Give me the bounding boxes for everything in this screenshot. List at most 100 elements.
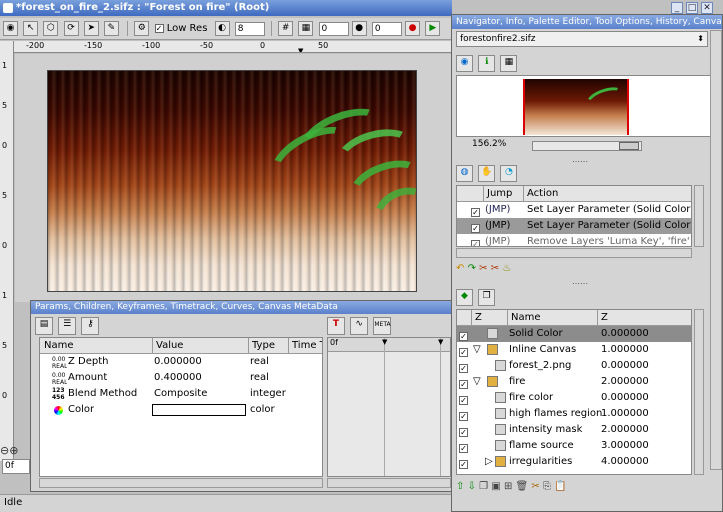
expander-icon[interactable]: ▽	[473, 342, 481, 358]
layer-row[interactable]: ✓ Solid Color 0.000000	[457, 326, 691, 342]
navigator-thumbnail[interactable]	[523, 79, 629, 135]
canvas-workarea[interactable]	[15, 54, 452, 302]
column-jump[interactable]: Jump	[483, 186, 512, 202]
column-action[interactable]: Action	[523, 186, 558, 202]
undo-icon[interactable]: ↶	[456, 263, 464, 274]
grid-show-icon[interactable]: #	[278, 21, 294, 36]
column-z-toggle[interactable]: Z	[471, 310, 482, 326]
layer-visible-checkbox[interactable]: ✓	[459, 347, 468, 357]
layer-visible-checkbox[interactable]: ✓	[459, 459, 468, 469]
tool-options-tab-icon[interactable]: ✋	[478, 165, 496, 182]
history-jump[interactable]: (JMP)	[485, 202, 510, 218]
text-tool-icon[interactable]: T	[327, 317, 345, 335]
history-hscrollbar[interactable]	[456, 248, 692, 258]
tab-params-icon[interactable]: ▤	[35, 317, 53, 335]
history-vscrollbar[interactable]	[694, 185, 704, 247]
main-window-titlebar[interactable]: *forest_on_fire_2.sifz : "Forest on fire…	[0, 0, 452, 16]
draw-icon[interactable]: ✎	[103, 21, 119, 36]
transform-tool-icon[interactable]: ↖	[23, 21, 39, 36]
timetrack-hscrollbar[interactable]	[327, 478, 451, 488]
layer-row[interactable]: ✓ ▽ fire 2.000000	[457, 374, 691, 390]
layer-visible-checkbox[interactable]: ✓	[459, 379, 468, 389]
file-select[interactable]: forestonfire2.sifz ⬍	[456, 31, 708, 47]
history-jump[interactable]: (JMP)	[485, 234, 510, 246]
history-jump[interactable]: (JMP)	[485, 218, 510, 234]
curves-icon[interactable]: ∿	[350, 317, 369, 335]
history-row[interactable]: ✓ (JMP) Set Layer Parameter (Solid Color…	[457, 218, 691, 234]
copy-icon[interactable]: ⎘	[543, 481, 551, 492]
color-swatch[interactable]	[152, 404, 246, 416]
play-icon[interactable]: ◉	[3, 21, 18, 36]
param-row[interactable]: 0.00 REAL Z Depth 0.000000 real	[40, 354, 322, 370]
layer-visible-checkbox[interactable]: ✓	[459, 443, 468, 453]
layer-row[interactable]: ✓ ▷ irregularities 4.000000	[457, 454, 691, 470]
zoom-slider[interactable]	[532, 141, 642, 151]
cut-icon[interactable]: ✂	[531, 481, 539, 492]
history-active-checkbox[interactable]: ✓	[471, 207, 480, 217]
render-icon[interactable]: ⚙	[134, 21, 150, 36]
pointer-icon[interactable]: ➤	[83, 21, 99, 36]
canvas-image[interactable]	[47, 70, 417, 292]
param-row[interactable]: 0.00 REAL Amount 0.400000 real	[40, 370, 322, 386]
column-value[interactable]: Value	[152, 338, 183, 354]
smooth-move-icon[interactable]: ⬡	[43, 21, 59, 36]
clear-undo-icon[interactable]: ✂	[479, 263, 487, 274]
timetrack-area[interactable]: 0f ▼ ▼	[327, 337, 451, 477]
low-res-checkbox[interactable]: ✓	[154, 24, 164, 33]
onion-past-spinner[interactable]: 0	[318, 21, 349, 36]
onion-future-spinner[interactable]: 0	[371, 21, 402, 36]
meta-icon[interactable]: META	[373, 317, 392, 335]
sets-tab-icon[interactable]: ❐	[478, 289, 496, 306]
layer-visible-checkbox[interactable]: ✓	[459, 395, 468, 405]
delete-layer-icon[interactable]: 🗑	[516, 481, 529, 492]
params-hscrollbar[interactable]	[39, 478, 323, 488]
encapsulate-icon[interactable]: ▣	[491, 481, 500, 492]
history-active-checkbox[interactable]: ✓	[471, 223, 480, 233]
redo-icon[interactable]: ↷	[468, 263, 476, 274]
clear-history-icon[interactable]: ♨	[502, 263, 511, 274]
layer-row[interactable]: ✓ high flames region 1.000000	[457, 406, 691, 422]
param-value[interactable]: Composite	[154, 386, 207, 402]
duplicate-layer-icon[interactable]: ❐	[479, 481, 488, 492]
close-button[interactable]: ✕	[701, 2, 713, 14]
minimize-button[interactable]: _	[671, 2, 683, 14]
column-type[interactable]: Type	[248, 338, 275, 354]
time-field[interactable]: 0f	[2, 459, 30, 474]
layer-visible-checkbox[interactable]: ✓	[459, 331, 468, 341]
onion-skin-icon[interactable]: ●	[351, 21, 367, 36]
param-value[interactable]: 0.400000	[154, 370, 202, 386]
stop-icon[interactable]: ●	[405, 21, 421, 36]
layers-tab-icon[interactable]: ◆	[456, 289, 473, 306]
layer-row[interactable]: ✓ fire color 0.000000	[457, 390, 691, 406]
history-tab-icon[interactable]: ◔	[500, 165, 518, 182]
history-row[interactable]: ✓ (JMP) Remove Layers 'Luma Key', 'fire'	[457, 234, 691, 246]
layer-visible-checkbox[interactable]: ✓	[459, 427, 468, 437]
pane-grip[interactable]: ⋯⋯	[572, 157, 588, 166]
navigator-preview[interactable]	[456, 75, 714, 137]
zoom-icons[interactable]: ⊖⊕	[0, 444, 30, 458]
grid-snap-icon[interactable]: ▦	[298, 21, 314, 36]
palette-tab-icon[interactable]: ▦	[500, 55, 518, 72]
expander-icon[interactable]: ▽	[473, 374, 481, 390]
select-all-icon[interactable]: ⊞	[504, 481, 512, 492]
paste-icon[interactable]: 📋	[554, 481, 566, 492]
zoom-slider-handle[interactable]	[619, 142, 639, 150]
column-name[interactable]: Name	[44, 338, 74, 354]
layer-row[interactable]: ✓ intensity mask 2.000000	[457, 422, 691, 438]
layer-visible-checkbox[interactable]: ✓	[459, 363, 468, 373]
param-row[interactable]: 123 456 Blend Method Composite integer	[40, 386, 322, 402]
quality-spinner[interactable]: 8	[234, 21, 265, 36]
expander-icon[interactable]: ▷	[485, 454, 493, 470]
pane-grip[interactable]: ⋯⋯	[572, 279, 588, 288]
param-value[interactable]: 0.000000	[154, 354, 202, 370]
window-vscrollbar[interactable]	[710, 30, 722, 470]
layer-row[interactable]: ✓ flame source 3.000000	[457, 438, 691, 454]
play-preview-icon[interactable]: ▶	[425, 21, 441, 36]
layer-row[interactable]: ✓ forest_2.png 0.000000	[457, 358, 691, 374]
tab-keyframes-icon[interactable]: ⚷	[81, 317, 100, 335]
layer-visible-checkbox[interactable]: ✓	[459, 411, 468, 421]
column-z-depth[interactable]: Z	[597, 310, 608, 326]
clear-redo-icon[interactable]: ✂	[491, 263, 499, 274]
navigator-tab-icon[interactable]: ◉	[456, 55, 473, 72]
lower-layer-icon[interactable]: ⇩	[468, 481, 476, 492]
